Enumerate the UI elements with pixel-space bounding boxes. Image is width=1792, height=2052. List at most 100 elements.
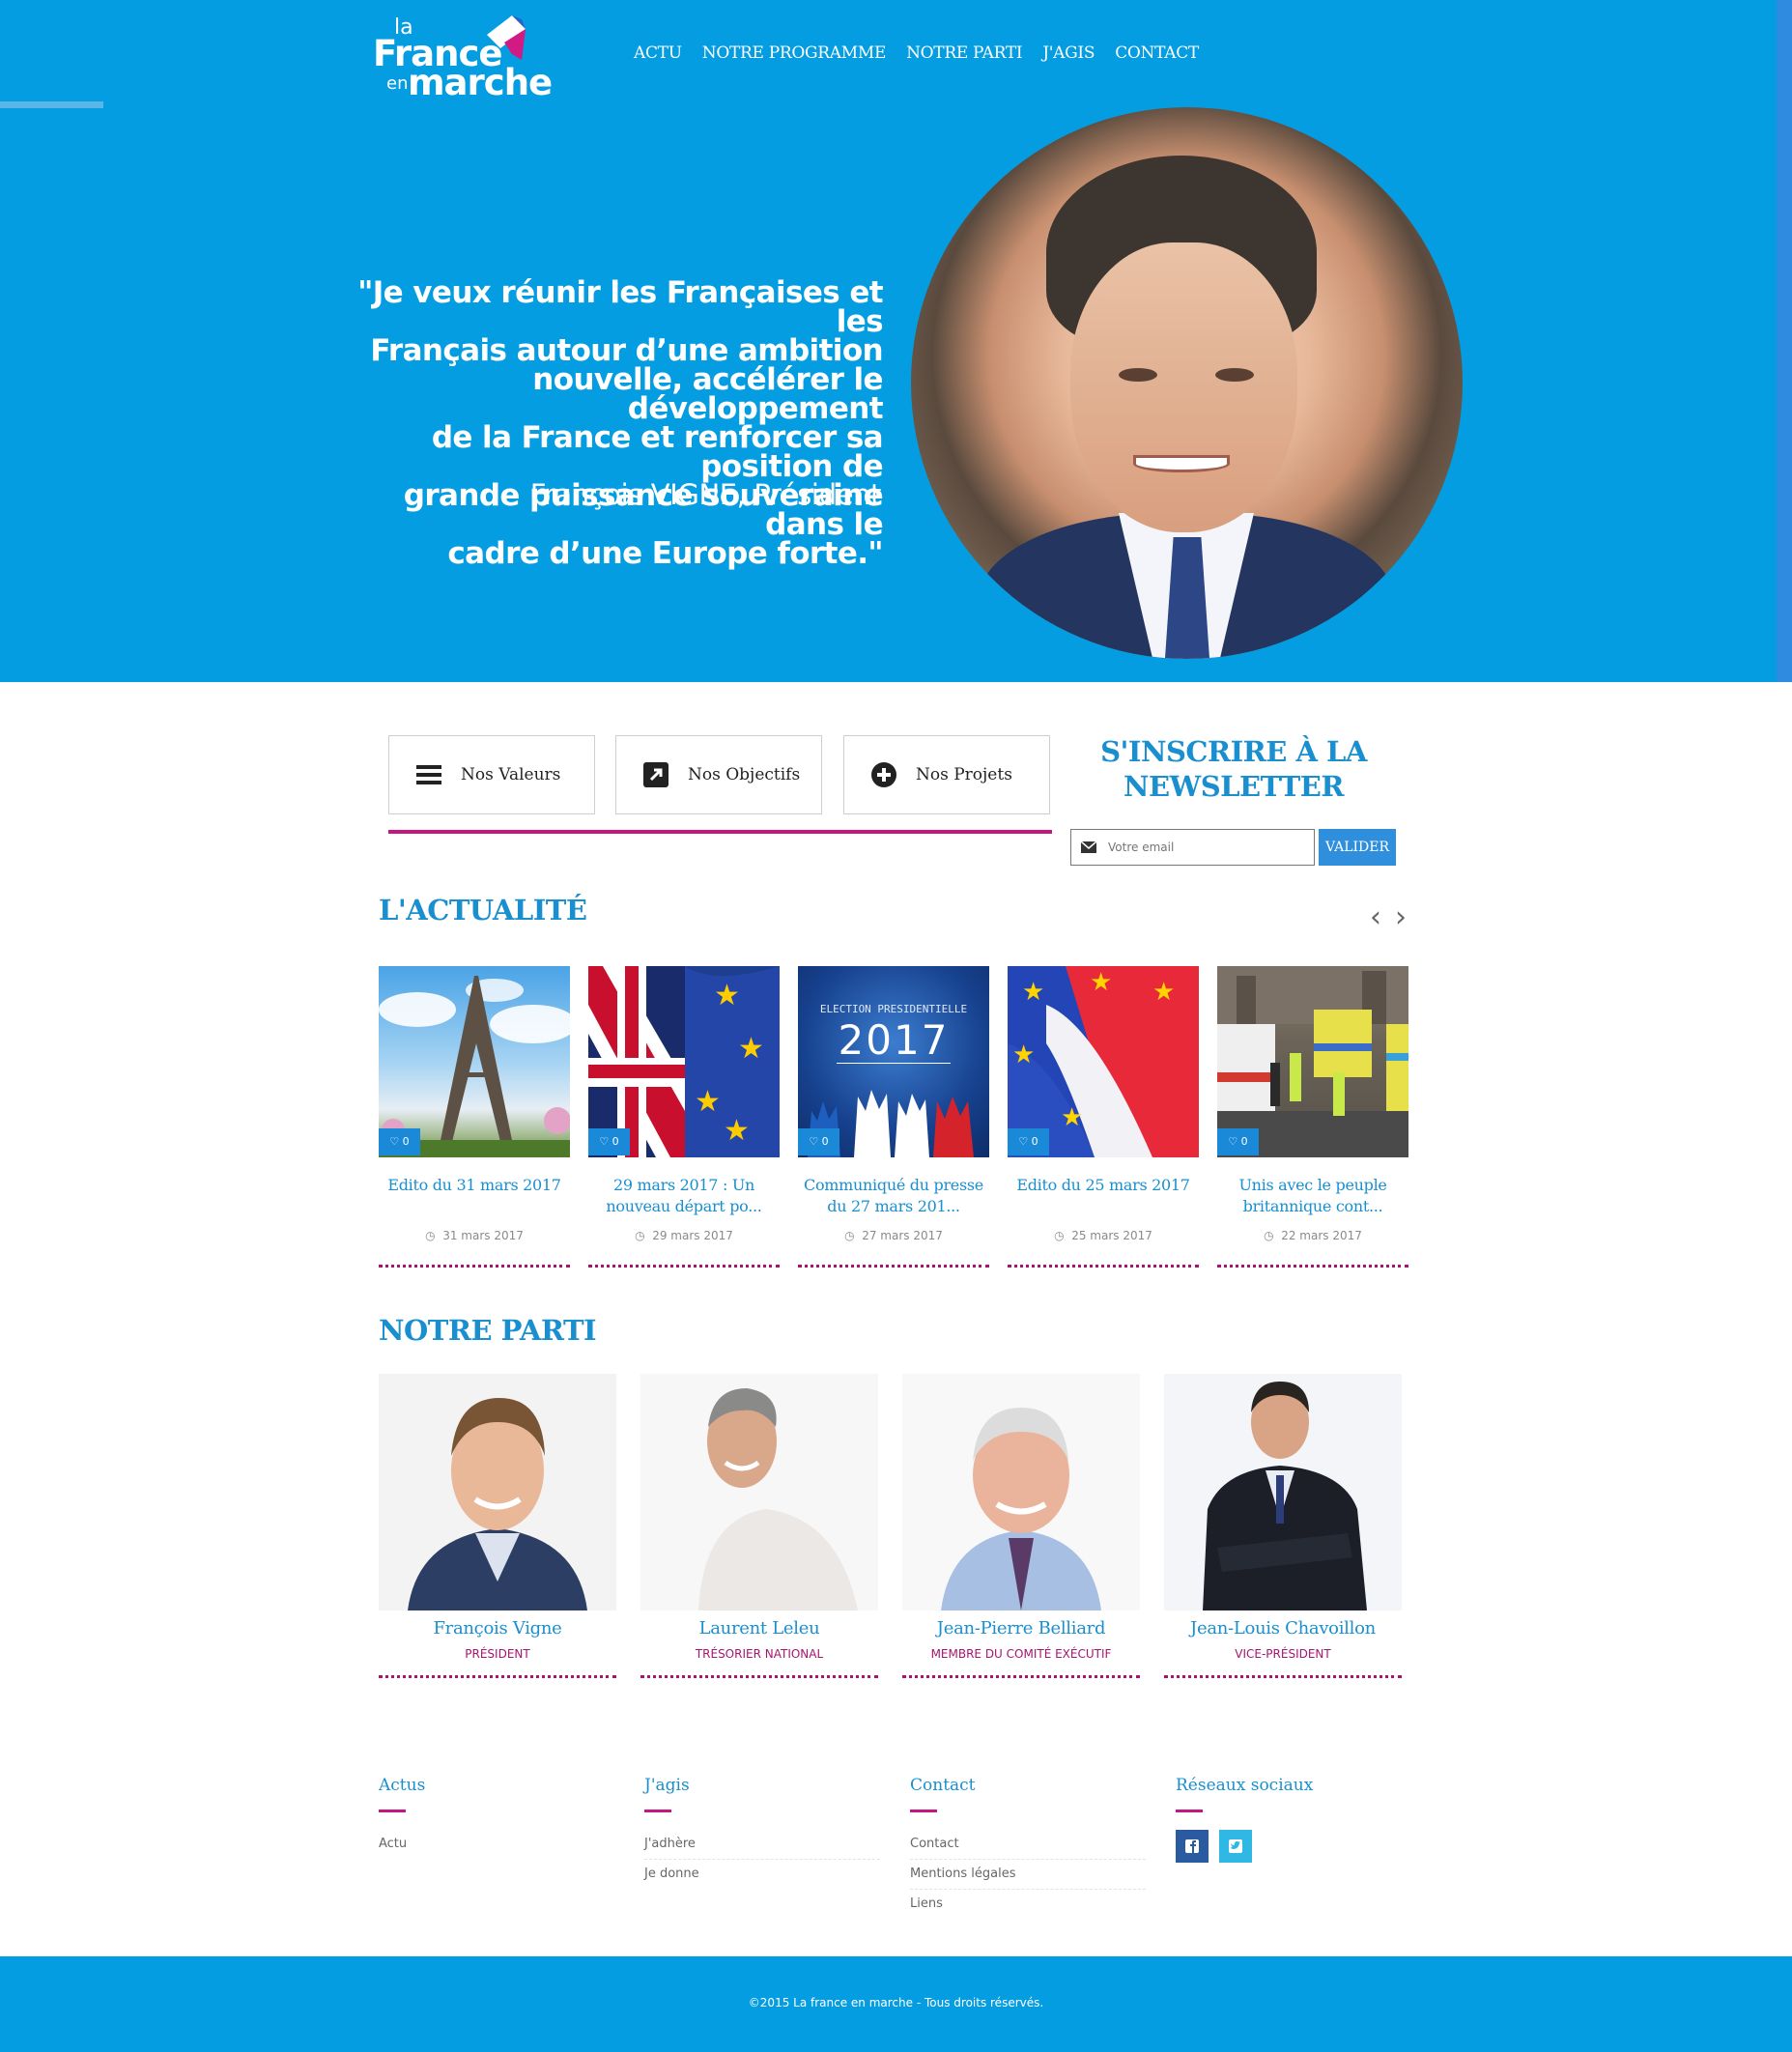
member-photo[interactable] [640, 1374, 878, 1610]
newsletter-title-line: S'INSCRIRE À LA [1100, 735, 1367, 768]
quote-line: Français autour d’une ambition [370, 333, 883, 368]
values-underline [388, 830, 1052, 834]
clock-icon: ◷ [844, 1229, 855, 1242]
member-name[interactable]: Jean-Louis Chavoillon [1164, 1618, 1402, 1639]
svg-text:★: ★ [1061, 1103, 1083, 1132]
news-title[interactable]: Unis avec le peuple britannique cont... [1217, 1175, 1408, 1217]
like-counter[interactable]: ♡ 0 [798, 1128, 839, 1155]
newsletter-submit-button[interactable]: VALIDER [1319, 829, 1396, 866]
news-title-line: du 27 mars 201... [827, 1197, 960, 1215]
footer-title-underline [644, 1810, 671, 1812]
clock-icon: ◷ [1054, 1229, 1065, 1242]
nos-valeurs-label: Nos Valeurs [461, 765, 561, 784]
svg-text:★: ★ [695, 1085, 721, 1119]
copyright-text: ©2015 La france en marche - Tous droits … [748, 1996, 1044, 2009]
news-title[interactable]: Edito du 25 mars 2017 [1008, 1175, 1199, 1196]
news-date: ◷ 31 mars 2017 [379, 1229, 570, 1242]
nos-projets-button[interactable]: Nos Projets [843, 735, 1050, 814]
member-name[interactable]: Jean-Pierre Belliard [902, 1618, 1140, 1639]
svg-text:★: ★ [1090, 968, 1112, 997]
chevron-right-icon[interactable]: › [1395, 903, 1407, 932]
news-title-line: britannique cont... [1242, 1197, 1383, 1215]
footer-link-jadhere[interactable]: J'adhère [644, 1830, 880, 1860]
party-member-card[interactable]: Jean-Louis Chavoillon VICE-PRÉSIDENT [1164, 1374, 1402, 1678]
nav-notre-parti[interactable]: NOTRE PARTI [906, 43, 1022, 65]
facebook-icon[interactable] [1176, 1830, 1209, 1863]
news-title-line: 29 mars 2017 : Un [612, 1176, 755, 1194]
party-member-card[interactable]: Laurent Leleu TRÉSORIER NATIONAL [640, 1374, 878, 1678]
news-card[interactable]: ♡ 0 Edito du 31 mars 2017 ◷ 31 mars 2017 [379, 966, 570, 1268]
news-card[interactable]: ★ ★ ★ ★ ★ ♡ 0 Edito du 25 mars 2017 ◷ 25… [1008, 966, 1199, 1268]
like-counter[interactable]: ♡ 0 [588, 1128, 630, 1155]
svg-text:★: ★ [724, 1114, 750, 1148]
news-title[interactable]: 29 mars 2017 : Un nouveau départ po... [588, 1175, 780, 1217]
news-title-line: Unis avec le peuple [1238, 1176, 1387, 1194]
member-role: PRÉSIDENT [465, 1647, 530, 1661]
nos-objectifs-button[interactable]: Nos Objectifs [615, 735, 822, 814]
nos-objectifs-label: Nos Objectifs [688, 765, 801, 784]
member-name[interactable]: Laurent Leleu [640, 1618, 878, 1639]
footer-link-contact[interactable]: Contact [910, 1830, 1146, 1860]
party-member-card[interactable]: François Vigne PRÉSIDENT [379, 1374, 616, 1678]
footer-link-liens[interactable]: Liens [910, 1890, 1146, 1920]
nav-contact[interactable]: CONTACT [1115, 43, 1199, 65]
like-counter[interactable]: ♡ 0 [1217, 1128, 1259, 1155]
quote-author: François VIGNE, Président [529, 478, 882, 511]
svg-text:★: ★ [1022, 978, 1044, 1007]
like-count: 0 [612, 1135, 619, 1148]
footer-link-je-donne[interactable]: Je donne [644, 1860, 880, 1890]
news-title-line: nouveau départ po... [606, 1197, 762, 1215]
main-nav: ACTU NOTRE PROGRAMME NOTRE PARTI J'AGIS … [634, 43, 1199, 65]
news-title-line: Communiqué du presse [804, 1176, 983, 1194]
svg-text:★: ★ [1012, 1040, 1035, 1069]
news-card[interactable]: ELECTION PRESIDENTIELLE 2017 ♡ 0 Communi… [798, 966, 989, 1268]
news-date-text: 27 mars 2017 [862, 1229, 943, 1242]
nav-notre-programme[interactable]: NOTRE PROGRAMME [702, 43, 887, 65]
president-portrait [911, 107, 1463, 659]
bars-icon [414, 760, 443, 789]
footer-bar: ©2015 La france en marche - Tous droits … [0, 1956, 1792, 2052]
footer-link-mentions-legales[interactable]: Mentions légales [910, 1860, 1146, 1890]
news-date-text: 25 mars 2017 [1071, 1229, 1152, 1242]
newsletter-title: S'INSCRIRE À LA NEWSLETTER [1072, 734, 1395, 804]
footer-link-actu[interactable]: Actu [379, 1830, 614, 1860]
clock-icon: ◷ [425, 1229, 436, 1242]
hero-edge-strip [1777, 0, 1792, 682]
news-date-text: 31 mars 2017 [442, 1229, 524, 1242]
newsletter-email-input[interactable] [1108, 841, 1301, 854]
quote-line: de la France et renforcer sa position de [431, 420, 884, 484]
member-photo[interactable] [379, 1374, 616, 1610]
news-card[interactable]: ♡ 0 Unis avec le peuple britannique cont… [1217, 966, 1408, 1268]
nos-valeurs-button[interactable]: Nos Valeurs [388, 735, 595, 814]
quote-line: "Je veux réunir les Françaises et les [357, 275, 883, 339]
clock-icon: ◷ [635, 1229, 645, 1242]
news-card[interactable]: ★ ★ ★ ★ ♡ 0 29 mars 2017 : Un nouveau dé… [588, 966, 780, 1268]
news-title[interactable]: Communiqué du presse du 27 mars 201... [798, 1175, 989, 1217]
member-photo[interactable] [902, 1374, 1140, 1610]
twitter-icon[interactable] [1219, 1830, 1253, 1863]
like-count: 0 [1240, 1135, 1248, 1148]
member-name[interactable]: François Vigne [379, 1618, 616, 1639]
footer-column-contact: Contact Contact Mentions légales Liens [910, 1776, 1146, 1920]
newsletter-email-field[interactable] [1070, 829, 1315, 866]
nav-actu[interactable]: ACTU [634, 43, 682, 65]
news-title[interactable]: Edito du 31 mars 2017 [379, 1175, 570, 1196]
clock-icon: ◷ [1264, 1229, 1274, 1242]
chevron-left-icon[interactable]: ‹ [1370, 903, 1381, 932]
like-counter[interactable]: ♡ 0 [379, 1128, 420, 1155]
site-logo[interactable]: la France en marche [371, 14, 553, 103]
quote-line: nouvelle, accélérer le développement [532, 362, 883, 426]
news-date: ◷ 27 mars 2017 [798, 1229, 989, 1242]
member-role: VICE-PRÉSIDENT [1235, 1647, 1331, 1661]
footer-column-actus: Actus Actu [379, 1776, 614, 1860]
footer-column-social: Réseaux sociaux [1176, 1776, 1411, 1867]
party-member-card[interactable]: Jean-Pierre Belliard MEMBRE DU COMITÉ EX… [902, 1374, 1140, 1678]
nav-jagis[interactable]: J'AGIS [1042, 43, 1095, 65]
footer-title-underline [379, 1810, 406, 1812]
like-counter[interactable]: ♡ 0 [1008, 1128, 1049, 1155]
footer-title-underline [910, 1810, 937, 1812]
member-photo[interactable] [1164, 1374, 1402, 1610]
plus-circle-icon [869, 760, 898, 789]
news-title-line: Edito du 31 mars 2017 [387, 1176, 561, 1194]
logo-en: en [386, 73, 409, 94]
